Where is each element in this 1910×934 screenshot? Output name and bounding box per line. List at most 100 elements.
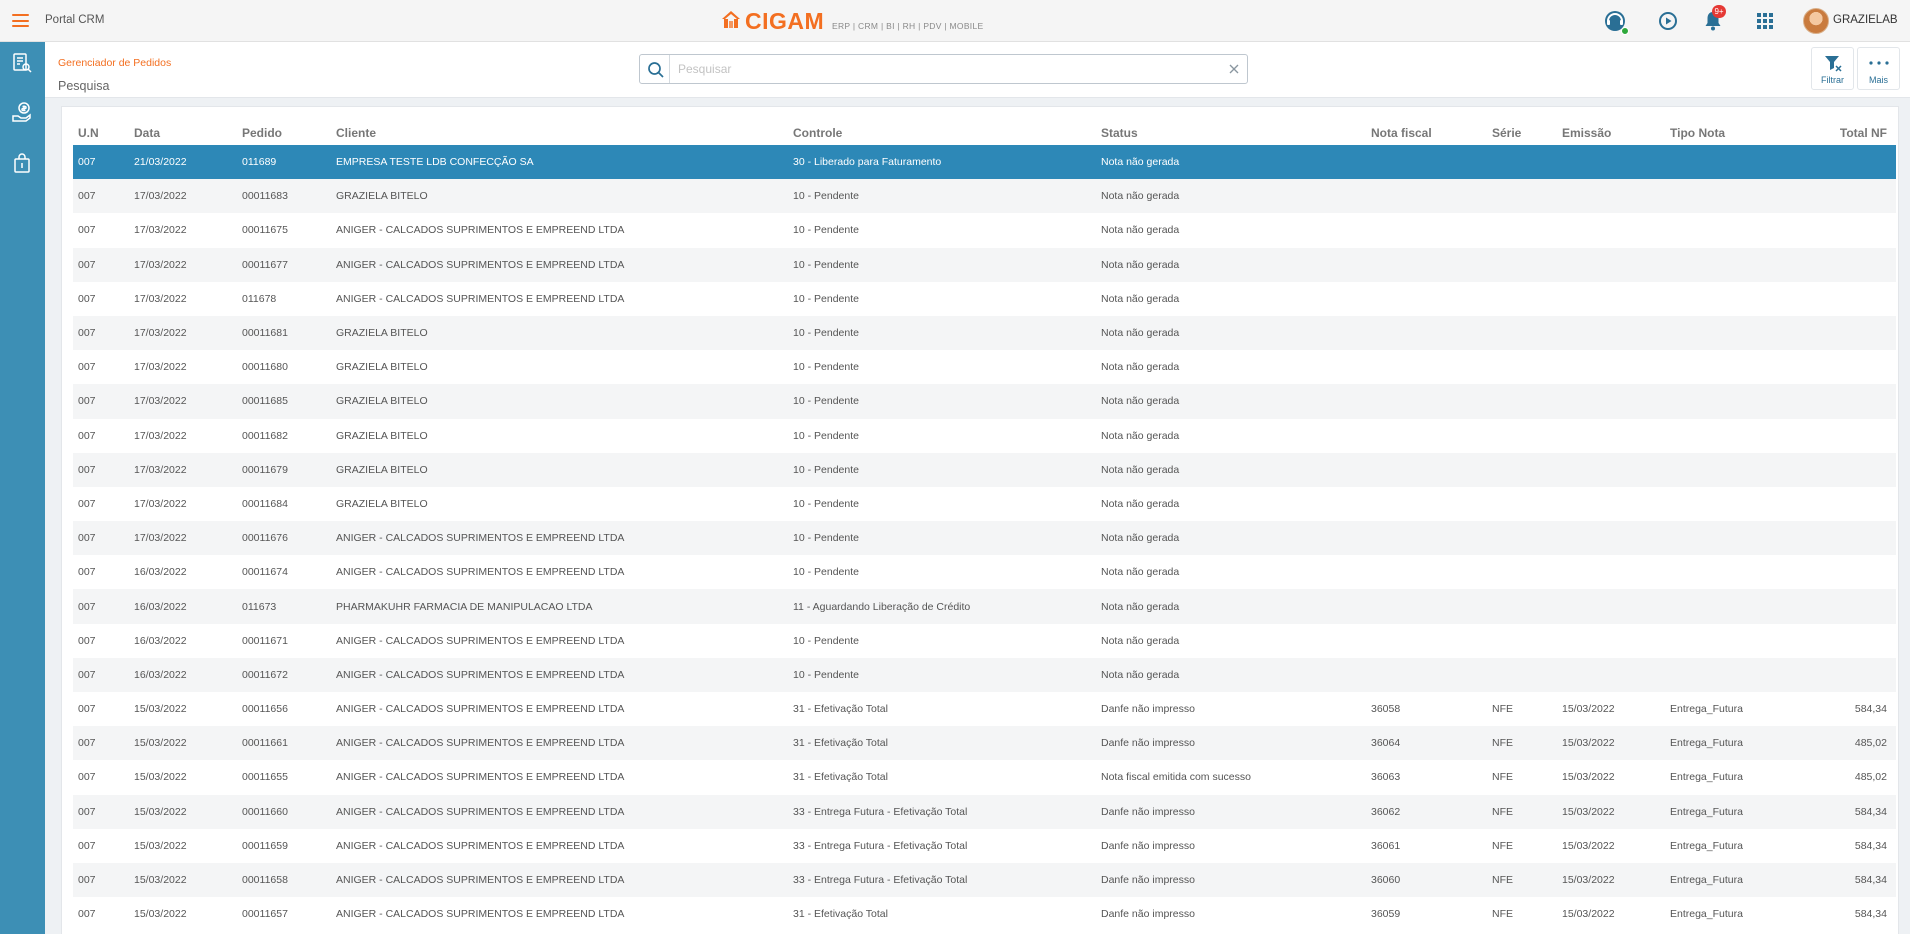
table-row[interactable]: 007 15/03/2022 00011655 ANIGER - CALCADOS S… (73, 760, 1896, 795)
table-row[interactable]: 007 15/03/2022 00011659 ANIGER - CALCADOS S… (73, 828, 1896, 863)
table-row[interactable]: 007 17/03/2022 00011677 ANIGER - CALCADOS S… (73, 247, 1896, 282)
table-cell: ANIGER - CALCADOS SUPRIMENTOS E EMPREEND… (336, 805, 625, 818)
column-header[interactable]: Emissão (1557, 121, 1665, 145)
table-row[interactable]: 007 17/03/2022 00011683 GRAZIELA BITELO 10 -… (73, 179, 1896, 214)
table-cell: 10 - Pendente (793, 566, 859, 579)
page-header: Gerenciador de Pedidos Pesquisa Filtrar … (45, 42, 1910, 98)
table-cell (1366, 658, 1487, 692)
table-cell: 007 (78, 566, 96, 579)
table-cell: 15/03/2022 (134, 874, 187, 887)
table-cell: 15/03/2022 (1562, 874, 1615, 887)
table-cell (1557, 658, 1665, 692)
column-header[interactable]: Pedido (237, 121, 331, 145)
cigam-logo-icon (722, 11, 740, 28)
table-cell: 17/03/2022 (134, 497, 187, 510)
user-avatar[interactable] (1803, 8, 1829, 34)
play-video-icon[interactable] (1656, 9, 1680, 33)
table-cell: 00011672 (242, 668, 288, 681)
table-cell: NFE (1492, 703, 1513, 716)
table-cell: 00011671 (242, 634, 288, 647)
table-row[interactable]: 007 15/03/2022 00011657 ANIGER - CALCADOS S… (73, 897, 1896, 932)
bag-icon[interactable] (11, 152, 33, 174)
table-cell: 011689 (242, 156, 277, 169)
table-row[interactable]: 007 17/03/2022 00011680 GRAZIELA BITELO 10 -… (73, 350, 1896, 385)
table-cell: Nota não gerada (1101, 566, 1180, 579)
table-cell: 00011675 (242, 224, 288, 237)
table-cell: Danfe não impresso (1101, 874, 1195, 887)
hamburger-menu-icon[interactable] (12, 14, 29, 27)
column-header[interactable]: Tipo Nota (1665, 121, 1798, 145)
table-cell (1798, 487, 1896, 521)
table-cell: Nota não gerada (1101, 292, 1180, 305)
table-row[interactable]: 007 17/03/2022 00011676 ANIGER - CALCADOS S… (73, 521, 1896, 556)
finance-icon[interactable] (11, 101, 33, 123)
table-cell: 31 - Efetivação Total (793, 737, 888, 750)
table-cell: 10 - Pendente (793, 463, 859, 476)
table-cell: 007 (78, 292, 96, 305)
table-cell: 00011685 (242, 395, 288, 408)
table-row[interactable]: 007 16/03/2022 00011671 ANIGER - CALCADOS S… (73, 623, 1896, 658)
table-row[interactable]: 007 17/03/2022 011678 ANIGER - CALCADOS SUP… (73, 281, 1896, 316)
user-name[interactable]: GRAZIELAB (1833, 14, 1898, 26)
table-cell: Entrega_Futura (1670, 874, 1743, 887)
table-row[interactable]: 007 15/03/2022 00011658 ANIGER - CALCADOS S… (73, 862, 1896, 898)
table-cell: 36060 (1371, 874, 1401, 887)
table-cell: 15/03/2022 (1562, 703, 1615, 716)
table-cell: 10 - Pendente (793, 327, 859, 340)
search-input[interactable] (678, 60, 1208, 78)
table-cell (1798, 555, 1896, 589)
apps-grid-icon[interactable] (1753, 9, 1777, 33)
table-cell (1665, 521, 1798, 555)
table-row[interactable]: 007 17/03/2022 00011682 GRAZIELA BITELO 10 -… (73, 418, 1896, 453)
reports-icon[interactable] (11, 52, 33, 74)
brand-tagline: ERP | CRM | BI | RH | PDV | MOBILE (832, 21, 984, 31)
table-cell: 31 - Efetivação Total (793, 771, 888, 784)
filter-button[interactable]: Filtrar (1811, 47, 1854, 90)
table-cell (1665, 589, 1798, 623)
table-cell (1665, 248, 1798, 282)
table-cell: 007 (78, 395, 96, 408)
table-row[interactable]: 007 17/03/2022 00011679 GRAZIELA BITELO 10 -… (73, 452, 1896, 487)
column-header[interactable]: Total NF (1798, 121, 1896, 145)
table-cell: 00011656 (242, 703, 288, 716)
table-row[interactable]: 007 17/03/2022 00011685 GRAZIELA BITELO 10 -… (73, 384, 1896, 419)
table-cell (1665, 624, 1798, 658)
table-row[interactable]: 007 16/03/2022 011673 PHARMAKUHR FARMACIA D… (73, 589, 1896, 624)
table-row[interactable]: 007 17/03/2022 00011681 GRAZIELA BITELO 10 -… (73, 315, 1896, 351)
breadcrumb[interactable]: Gerenciador de Pedidos (58, 57, 171, 69)
column-header[interactable]: Nota fiscal (1366, 121, 1487, 145)
table-cell: 10 - Pendente (793, 395, 859, 408)
table-cell: 10 - Pendente (793, 668, 859, 681)
table-cell: 007 (78, 532, 96, 545)
more-button[interactable]: Mais (1857, 47, 1900, 90)
table-cell (1487, 624, 1557, 658)
table-row[interactable]: 007 15/03/2022 00011661 ANIGER - CALCADOS S… (73, 726, 1896, 761)
table-cell: ANIGER - CALCADOS SUPRIMENTOS E EMPREEND… (336, 532, 625, 545)
table-cell: 10 - Pendente (793, 190, 859, 203)
table-row[interactable]: 007 17/03/2022 00011684 GRAZIELA BITELO 10 -… (73, 486, 1896, 522)
table-cell (1557, 282, 1665, 316)
table-cell: Entrega_Futura (1670, 703, 1743, 716)
column-header[interactable]: U.N (73, 121, 129, 145)
table-cell: 584,34 (1854, 703, 1887, 716)
table-cell: Danfe não impresso (1101, 737, 1195, 750)
column-header[interactable]: Controle (788, 121, 1096, 145)
column-header[interactable]: Data (129, 121, 237, 145)
table-cell (1798, 384, 1896, 418)
column-header[interactable]: Status (1096, 121, 1366, 145)
table-cell: 36058 (1371, 703, 1401, 716)
table-row[interactable]: 007 15/03/2022 00011660 ANIGER - CALCADOS S… (73, 794, 1896, 829)
table-row[interactable]: 007 17/03/2022 00011675 ANIGER - CALCADOS S… (73, 213, 1896, 248)
table-cell (1487, 453, 1557, 487)
table-cell: 16/03/2022 (134, 634, 187, 647)
table-row[interactable]: 007 15/03/2022 00011656 ANIGER - CALCADOS S… (73, 692, 1896, 727)
table-row[interactable]: 007 16/03/2022 00011674 ANIGER - CALCADOS S… (73, 555, 1896, 590)
clear-search-icon[interactable] (1229, 64, 1239, 74)
column-header[interactable]: Série (1487, 121, 1557, 145)
column-header[interactable]: Cliente (331, 121, 788, 145)
table-row[interactable]: 007 16/03/2022 00011672 ANIGER - CALCADOS S… (73, 657, 1896, 692)
support-chat-icon[interactable] (1603, 9, 1629, 35)
search-icon[interactable] (647, 61, 665, 79)
notifications-bell-icon[interactable]: 9+ (1701, 5, 1726, 33)
table-row[interactable]: 007 21/03/2022 011689 EMPRESA TESTE LDB CON… (73, 145, 1896, 180)
